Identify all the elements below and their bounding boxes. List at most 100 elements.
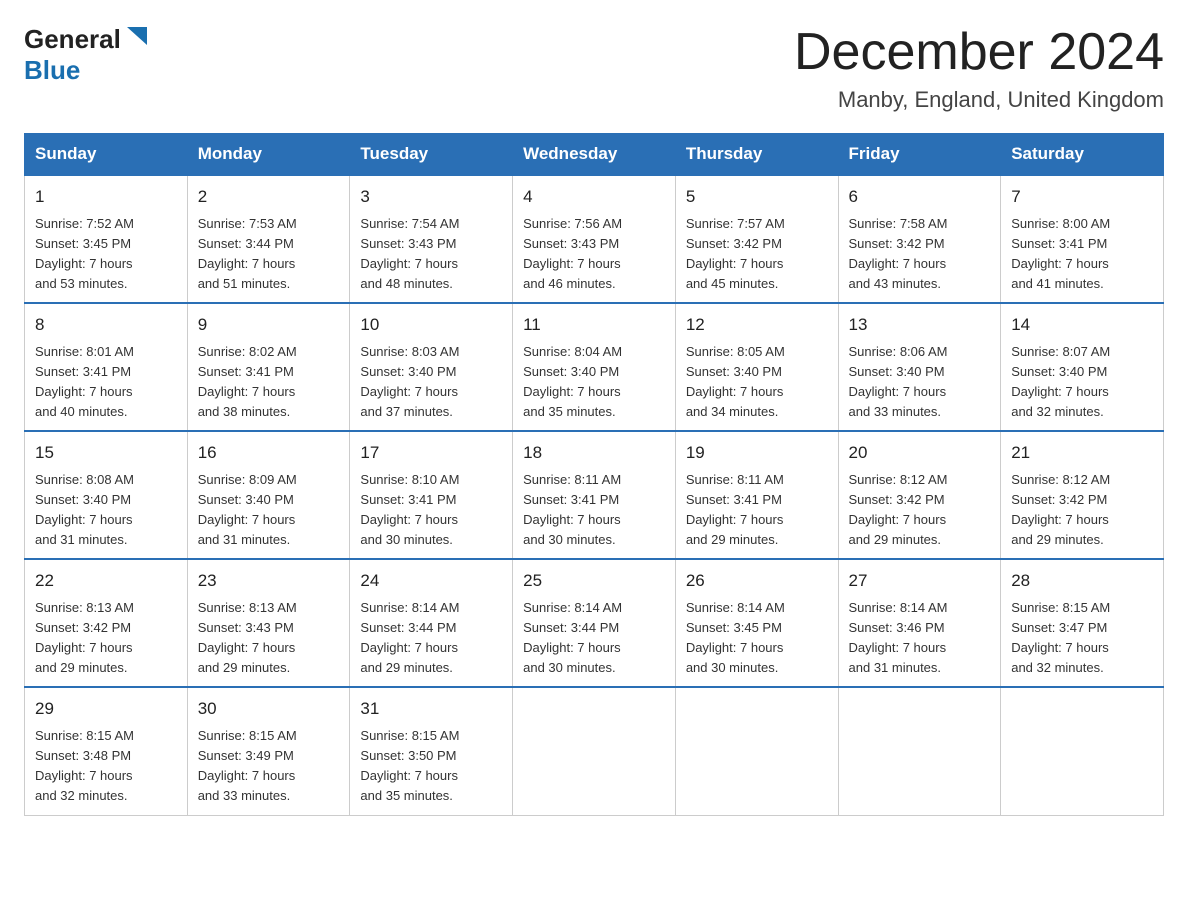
day-info: Sunrise: 8:08 AM Sunset: 3:40 PM Dayligh…	[35, 470, 177, 551]
calendar-day-cell	[675, 687, 838, 815]
day-info: Sunrise: 8:06 AM Sunset: 3:40 PM Dayligh…	[849, 342, 991, 423]
day-number: 8	[35, 312, 177, 338]
day-number: 12	[686, 312, 828, 338]
day-number: 6	[849, 184, 991, 210]
col-monday: Monday	[187, 134, 350, 176]
calendar-day-cell: 11 Sunrise: 8:04 AM Sunset: 3:40 PM Dayl…	[513, 303, 676, 431]
calendar-table: Sunday Monday Tuesday Wednesday Thursday…	[24, 133, 1164, 815]
day-info: Sunrise: 7:54 AM Sunset: 3:43 PM Dayligh…	[360, 214, 502, 295]
day-info: Sunrise: 8:12 AM Sunset: 3:42 PM Dayligh…	[1011, 470, 1153, 551]
col-sunday: Sunday	[25, 134, 188, 176]
day-number: 22	[35, 568, 177, 594]
day-number: 7	[1011, 184, 1153, 210]
day-info: Sunrise: 8:14 AM Sunset: 3:46 PM Dayligh…	[849, 598, 991, 679]
calendar-day-cell: 16 Sunrise: 8:09 AM Sunset: 3:40 PM Dayl…	[187, 431, 350, 559]
day-info: Sunrise: 8:12 AM Sunset: 3:42 PM Dayligh…	[849, 470, 991, 551]
calendar-day-cell: 18 Sunrise: 8:11 AM Sunset: 3:41 PM Dayl…	[513, 431, 676, 559]
day-info: Sunrise: 8:14 AM Sunset: 3:44 PM Dayligh…	[360, 598, 502, 679]
calendar-day-cell: 3 Sunrise: 7:54 AM Sunset: 3:43 PM Dayli…	[350, 175, 513, 303]
day-info: Sunrise: 8:13 AM Sunset: 3:43 PM Dayligh…	[198, 598, 340, 679]
day-number: 17	[360, 440, 502, 466]
day-info: Sunrise: 8:11 AM Sunset: 3:41 PM Dayligh…	[686, 470, 828, 551]
calendar-week-row: 15 Sunrise: 8:08 AM Sunset: 3:40 PM Dayl…	[25, 431, 1164, 559]
day-info: Sunrise: 8:15 AM Sunset: 3:47 PM Dayligh…	[1011, 598, 1153, 679]
day-number: 26	[686, 568, 828, 594]
calendar-day-cell	[838, 687, 1001, 815]
day-info: Sunrise: 8:15 AM Sunset: 3:49 PM Dayligh…	[198, 726, 340, 807]
calendar-day-cell: 22 Sunrise: 8:13 AM Sunset: 3:42 PM Dayl…	[25, 559, 188, 687]
day-info: Sunrise: 8:05 AM Sunset: 3:40 PM Dayligh…	[686, 342, 828, 423]
calendar-day-cell: 14 Sunrise: 8:07 AM Sunset: 3:40 PM Dayl…	[1001, 303, 1164, 431]
day-number: 9	[198, 312, 340, 338]
day-info: Sunrise: 8:02 AM Sunset: 3:41 PM Dayligh…	[198, 342, 340, 423]
logo-triangle-icon	[123, 23, 151, 51]
day-info: Sunrise: 8:09 AM Sunset: 3:40 PM Dayligh…	[198, 470, 340, 551]
calendar-week-row: 8 Sunrise: 8:01 AM Sunset: 3:41 PM Dayli…	[25, 303, 1164, 431]
calendar-day-cell: 19 Sunrise: 8:11 AM Sunset: 3:41 PM Dayl…	[675, 431, 838, 559]
day-number: 24	[360, 568, 502, 594]
day-number: 18	[523, 440, 665, 466]
calendar-day-cell: 15 Sunrise: 8:08 AM Sunset: 3:40 PM Dayl…	[25, 431, 188, 559]
calendar-day-cell: 24 Sunrise: 8:14 AM Sunset: 3:44 PM Dayl…	[350, 559, 513, 687]
day-number: 10	[360, 312, 502, 338]
day-info: Sunrise: 8:15 AM Sunset: 3:50 PM Dayligh…	[360, 726, 502, 807]
day-number: 13	[849, 312, 991, 338]
calendar-day-cell: 23 Sunrise: 8:13 AM Sunset: 3:43 PM Dayl…	[187, 559, 350, 687]
day-number: 14	[1011, 312, 1153, 338]
col-friday: Friday	[838, 134, 1001, 176]
calendar-week-row: 22 Sunrise: 8:13 AM Sunset: 3:42 PM Dayl…	[25, 559, 1164, 687]
calendar-day-cell: 28 Sunrise: 8:15 AM Sunset: 3:47 PM Dayl…	[1001, 559, 1164, 687]
day-number: 16	[198, 440, 340, 466]
day-number: 5	[686, 184, 828, 210]
calendar-day-cell: 21 Sunrise: 8:12 AM Sunset: 3:42 PM Dayl…	[1001, 431, 1164, 559]
day-number: 2	[198, 184, 340, 210]
day-info: Sunrise: 8:03 AM Sunset: 3:40 PM Dayligh…	[360, 342, 502, 423]
day-info: Sunrise: 7:53 AM Sunset: 3:44 PM Dayligh…	[198, 214, 340, 295]
col-thursday: Thursday	[675, 134, 838, 176]
day-info: Sunrise: 7:58 AM Sunset: 3:42 PM Dayligh…	[849, 214, 991, 295]
day-info: Sunrise: 8:04 AM Sunset: 3:40 PM Dayligh…	[523, 342, 665, 423]
calendar-day-cell: 30 Sunrise: 8:15 AM Sunset: 3:49 PM Dayl…	[187, 687, 350, 815]
day-number: 11	[523, 312, 665, 338]
calendar-day-cell: 2 Sunrise: 7:53 AM Sunset: 3:44 PM Dayli…	[187, 175, 350, 303]
day-number: 15	[35, 440, 177, 466]
calendar-day-cell	[513, 687, 676, 815]
calendar-title: December 2024	[794, 24, 1164, 81]
calendar-week-row: 1 Sunrise: 7:52 AM Sunset: 3:45 PM Dayli…	[25, 175, 1164, 303]
day-info: Sunrise: 8:14 AM Sunset: 3:44 PM Dayligh…	[523, 598, 665, 679]
calendar-header-row: Sunday Monday Tuesday Wednesday Thursday…	[25, 134, 1164, 176]
calendar-day-cell: 26 Sunrise: 8:14 AM Sunset: 3:45 PM Dayl…	[675, 559, 838, 687]
calendar-subtitle: Manby, England, United Kingdom	[794, 87, 1164, 113]
day-info: Sunrise: 8:13 AM Sunset: 3:42 PM Dayligh…	[35, 598, 177, 679]
day-number: 4	[523, 184, 665, 210]
page-header: General Blue December 2024 Manby, Englan…	[24, 24, 1164, 113]
day-info: Sunrise: 8:01 AM Sunset: 3:41 PM Dayligh…	[35, 342, 177, 423]
calendar-day-cell: 17 Sunrise: 8:10 AM Sunset: 3:41 PM Dayl…	[350, 431, 513, 559]
day-number: 30	[198, 696, 340, 722]
logo-blue: Blue	[24, 55, 80, 85]
col-saturday: Saturday	[1001, 134, 1164, 176]
calendar-day-cell: 10 Sunrise: 8:03 AM Sunset: 3:40 PM Dayl…	[350, 303, 513, 431]
calendar-day-cell: 29 Sunrise: 8:15 AM Sunset: 3:48 PM Dayl…	[25, 687, 188, 815]
day-info: Sunrise: 7:52 AM Sunset: 3:45 PM Dayligh…	[35, 214, 177, 295]
calendar-day-cell: 12 Sunrise: 8:05 AM Sunset: 3:40 PM Dayl…	[675, 303, 838, 431]
day-info: Sunrise: 8:07 AM Sunset: 3:40 PM Dayligh…	[1011, 342, 1153, 423]
day-number: 20	[849, 440, 991, 466]
calendar-day-cell: 25 Sunrise: 8:14 AM Sunset: 3:44 PM Dayl…	[513, 559, 676, 687]
day-info: Sunrise: 7:56 AM Sunset: 3:43 PM Dayligh…	[523, 214, 665, 295]
day-number: 28	[1011, 568, 1153, 594]
day-info: Sunrise: 8:14 AM Sunset: 3:45 PM Dayligh…	[686, 598, 828, 679]
day-info: Sunrise: 8:11 AM Sunset: 3:41 PM Dayligh…	[523, 470, 665, 551]
day-number: 1	[35, 184, 177, 210]
calendar-day-cell: 31 Sunrise: 8:15 AM Sunset: 3:50 PM Dayl…	[350, 687, 513, 815]
day-number: 21	[1011, 440, 1153, 466]
logo-general: General	[24, 24, 121, 55]
calendar-day-cell: 6 Sunrise: 7:58 AM Sunset: 3:42 PM Dayli…	[838, 175, 1001, 303]
day-number: 27	[849, 568, 991, 594]
title-section: December 2024 Manby, England, United Kin…	[794, 24, 1164, 113]
day-info: Sunrise: 7:57 AM Sunset: 3:42 PM Dayligh…	[686, 214, 828, 295]
calendar-day-cell	[1001, 687, 1164, 815]
calendar-day-cell: 4 Sunrise: 7:56 AM Sunset: 3:43 PM Dayli…	[513, 175, 676, 303]
day-info: Sunrise: 8:10 AM Sunset: 3:41 PM Dayligh…	[360, 470, 502, 551]
day-info: Sunrise: 8:00 AM Sunset: 3:41 PM Dayligh…	[1011, 214, 1153, 295]
